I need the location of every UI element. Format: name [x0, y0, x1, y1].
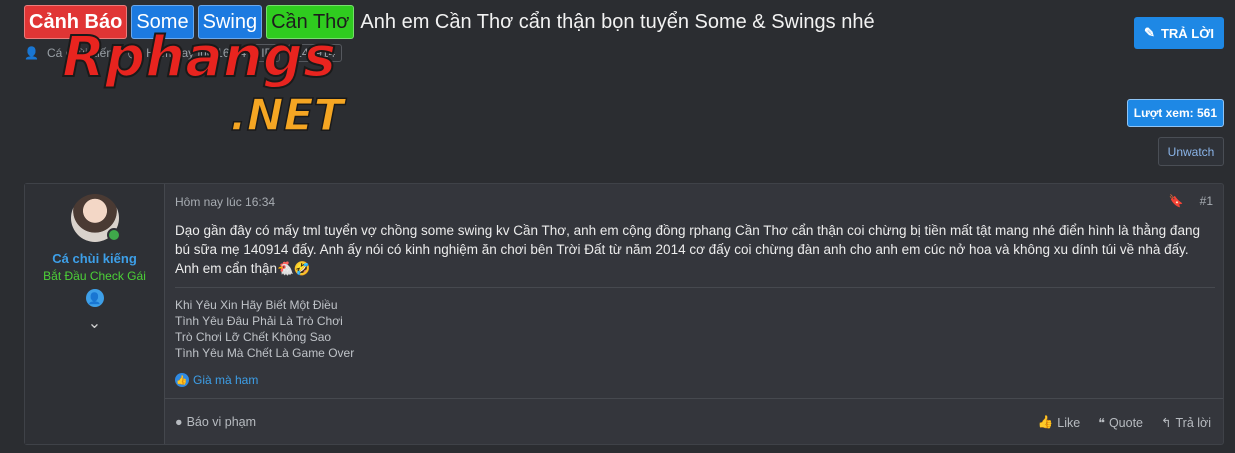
liked-by-user[interactable]: Già mà ham — [193, 373, 258, 387]
pencil-icon: ✎ — [1144, 25, 1155, 40]
thread-meta: 👤 Cá chùi kiếng ◷ Hôm nay lúc 16:34 ID 1… — [24, 44, 343, 62]
reactions-bar: 👍 Già mà ham — [175, 373, 258, 387]
thread-title: Anh em Cần Thơ cẩn thận bọn tuyển Some &… — [360, 10, 875, 33]
quote-label: Quote — [1108, 415, 1143, 430]
quote-icon: ❝ — [1098, 416, 1105, 430]
clock-icon: ◷ — [127, 46, 139, 60]
reply-post-label: Trả lời — [1175, 415, 1211, 430]
tag-can-tho[interactable]: Cần Thơ — [266, 5, 355, 39]
unwatch-button[interactable]: Unwatch — [1158, 137, 1224, 166]
post-footer: ● Báo vi phạm 👍 Like ❝ Quote ↰ Trả lời — [165, 398, 1223, 446]
quote-button[interactable]: ❝ Quote — [1098, 415, 1143, 431]
bookmark-icon[interactable]: 🔖 — [1169, 194, 1184, 208]
reply-button-label: TRẢ LỜI — [1160, 25, 1214, 41]
post-message: Cá chùi kiếng Bắt Đầu Check Gái 👤 ⌄ Hôm … — [24, 183, 1224, 445]
post-actions: 👍 Like ❝ Quote ↰ Trả lời — [1038, 415, 1211, 430]
post-content: Hôm nay lúc 16:34 🔖 #1 Dạo gần đây có mấ… — [165, 184, 1223, 444]
thumbs-up-icon: 👍 — [1037, 415, 1054, 429]
thread-title-row: Cảnh Báo Some Swing Cần Thơ Anh em Cần T… — [24, 5, 875, 39]
tag-swing[interactable]: Swing — [197, 5, 263, 39]
signature-line: Tình Yêu Đâu Phải Là Trò Chơi — [175, 314, 343, 328]
reply-button[interactable]: ✎ TRẢ LỜI — [1134, 17, 1224, 49]
thread-author[interactable]: Cá chùi kiếng — [47, 46, 120, 60]
thumbs-up-icon: 👍 — [175, 373, 189, 387]
signature-line: Trò Chơi Lỡ Chết Không Sao — [175, 330, 332, 344]
reply-post-button[interactable]: ↰ Trả lời — [1161, 415, 1211, 431]
like-label: Like — [1057, 415, 1081, 430]
logo-text-sub: .NET — [230, 90, 347, 138]
signature-line: Khi Yêu Xin Hãy Biết Một Điều — [175, 298, 338, 312]
online-status-icon — [106, 228, 121, 242]
avatar[interactable] — [70, 194, 121, 242]
tag-some[interactable]: Some — [131, 5, 194, 39]
view-count-badge: Lượt xem: 561 — [1126, 99, 1224, 127]
alert-icon: ● — [175, 415, 183, 429]
post-body: Dạo gần đây có mấy tml tuyển vợ chồng so… — [175, 223, 1200, 276]
like-button[interactable]: 👍 Like — [1038, 415, 1081, 430]
post-user-panel: Cá chùi kiếng Bắt Đầu Check Gái 👤 ⌄ — [25, 184, 165, 444]
thread-time[interactable]: Hôm nay lúc 16:34 — [146, 46, 246, 60]
user-badge-icon: 👤 — [85, 289, 104, 307]
report-label: Báo vi phạm — [186, 415, 257, 429]
tag-canh-bao[interactable]: Cảnh Báo — [24, 5, 128, 39]
report-button[interactable]: ● Báo vi phạm — [175, 415, 256, 429]
user-title: Bắt Đầu Check Gái — [43, 269, 146, 283]
chevron-down-icon[interactable]: ⌄ — [88, 313, 101, 333]
signature-line: Tình Yêu Mà Chết Là Game Over — [175, 346, 355, 360]
post-signature: Khi Yêu Xin Hãy Biết Một Điều Tình Yêu Đ… — [175, 287, 1215, 361]
user-icon: 👤 — [24, 46, 39, 60]
meta-chip: 140914 — [288, 44, 343, 62]
post-number[interactable]: #1 — [1200, 194, 1213, 208]
post-date[interactable]: Hôm nay lúc 16:34 — [175, 195, 275, 209]
post-tools: 🔖 #1 — [1169, 194, 1213, 208]
post-username[interactable]: Cá chùi kiếng — [52, 251, 137, 266]
reply-arrow-icon: ↰ — [1161, 416, 1172, 430]
meta-chip: ID — [254, 44, 281, 62]
